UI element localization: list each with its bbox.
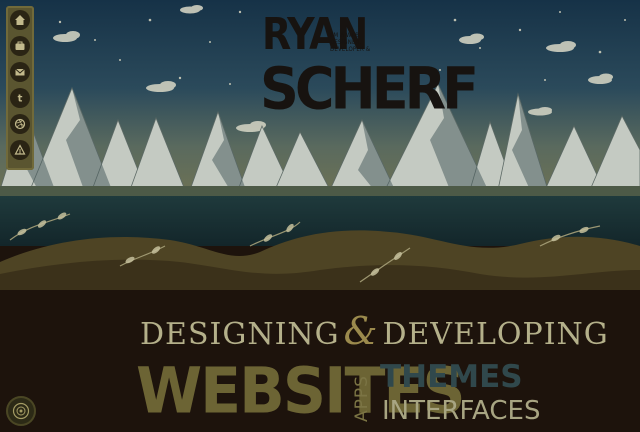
svg-text:t: t (18, 94, 23, 105)
badge-emblem-icon (12, 402, 30, 420)
portfolio-icon (15, 41, 25, 50)
sidebar-item-contact[interactable] (10, 62, 30, 82)
sidebar-item-dribbble[interactable] (10, 114, 30, 134)
mail-icon (15, 68, 25, 76)
headline-ampersand: & (343, 309, 379, 353)
sidebar-item-portfolio[interactable] (10, 36, 30, 56)
logo-tagline: I'M A WEB DESIGNER, DEVELOPER & (330, 32, 420, 53)
site-logo[interactable]: RYAN I'M A WEB DESIGNER, DEVELOPER & SCH… (260, 8, 479, 128)
home-icon (15, 15, 25, 25)
logo-tagline-line: I'M A WEB (330, 32, 360, 39)
corner-badge[interactable] (6, 396, 36, 426)
service-interfaces: INTERFACES (382, 396, 541, 426)
service-apps: APPS (352, 375, 372, 422)
forrst-icon (14, 144, 26, 155)
logo-tagline-line: DESIGNER, (330, 39, 362, 46)
dribbble-icon (14, 118, 26, 130)
logo-tagline-line: DEVELOPER & (330, 46, 371, 53)
headline-designing: DESIGNING (140, 317, 340, 352)
headline: DESIGNING & DEVELOPING (140, 312, 609, 350)
sidebar-item-home[interactable] (10, 10, 30, 30)
headline-developing: DEVELOPING (382, 317, 609, 352)
logo-last-name: SCHERF (260, 54, 479, 123)
sidebar-item-twitter[interactable]: t (10, 88, 30, 108)
service-themes: THEMES (380, 359, 523, 395)
page: t RYAN I'M A WEB DESIGNER, DEVELOPER & S… (0, 0, 640, 432)
social-sidebar: t (6, 6, 34, 170)
twitter-icon: t (18, 94, 23, 105)
sidebar-item-forrst[interactable] (10, 140, 30, 160)
